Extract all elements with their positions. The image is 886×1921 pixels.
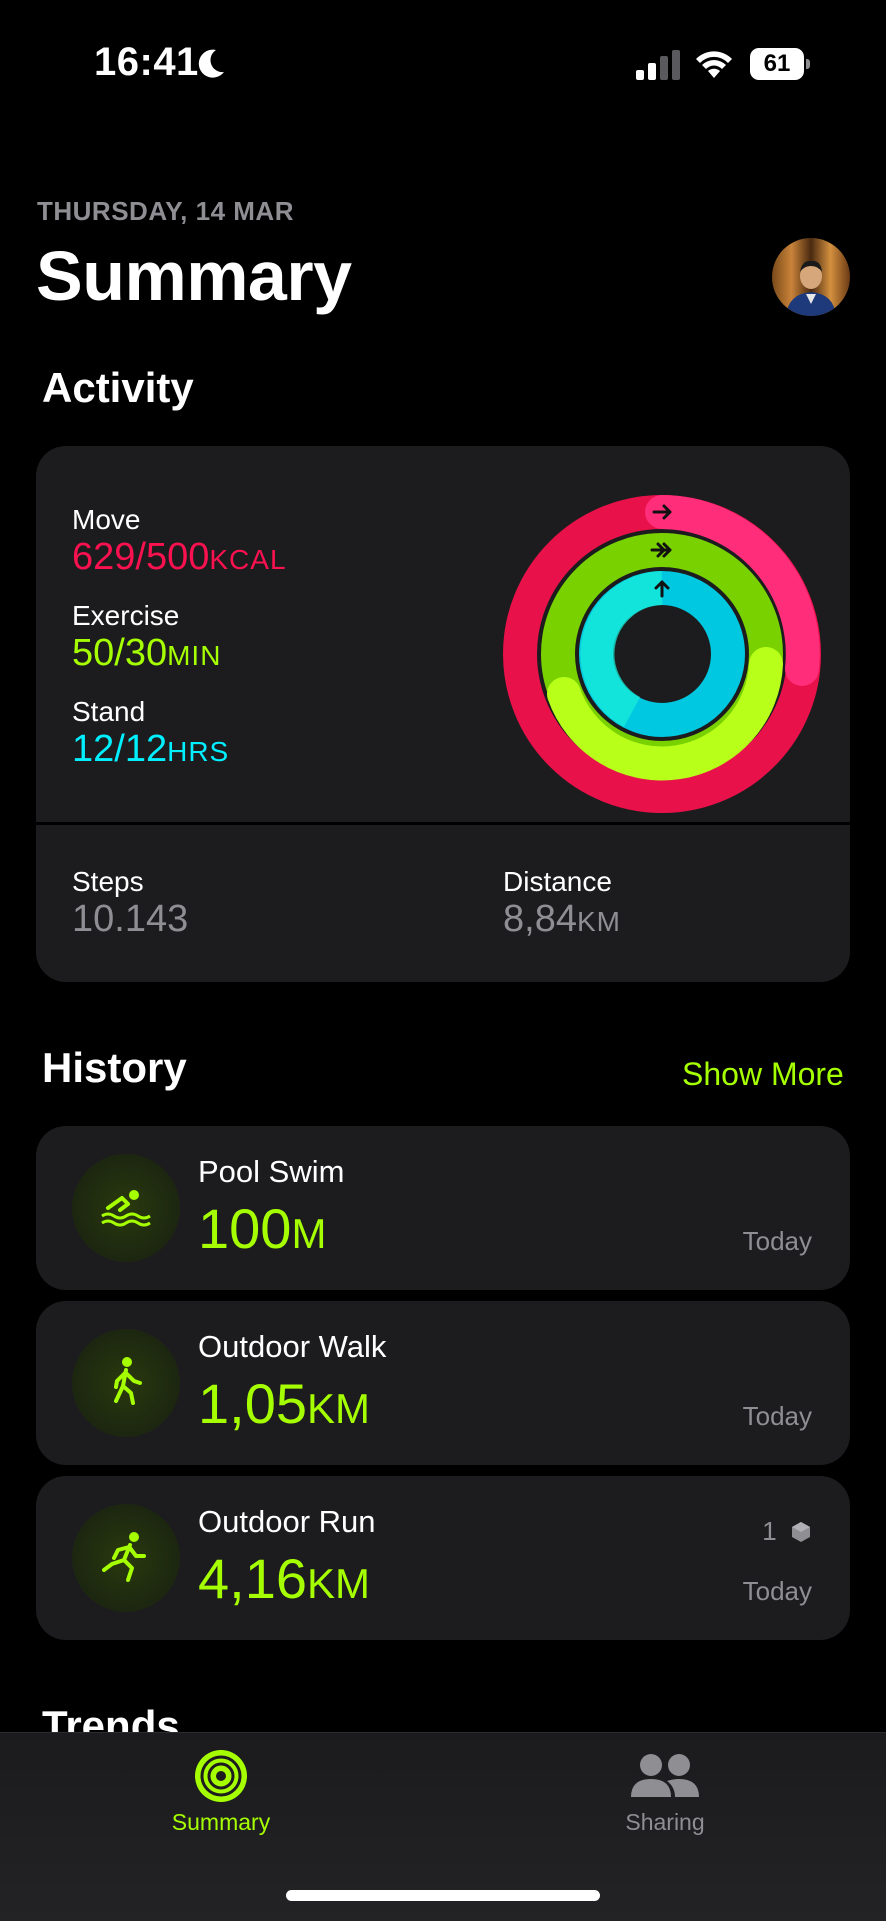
tab-summary-label: Summary bbox=[171, 1809, 271, 1835]
stand-value: 12/12HRS bbox=[72, 728, 230, 770]
tab-summary[interactable]: Summary bbox=[121, 1747, 321, 1836]
workout-value: 1,05KM bbox=[198, 1372, 370, 1435]
tab-sharing[interactable]: Sharing bbox=[565, 1747, 765, 1836]
moon-icon bbox=[198, 49, 224, 78]
award-badge: 1 bbox=[762, 1516, 812, 1547]
steps-label: Steps bbox=[72, 866, 144, 897]
people-icon bbox=[631, 1754, 699, 1797]
workout-card-outdoor-run[interactable]: Outdoor Run 4,16KM 1 Today bbox=[36, 1476, 850, 1640]
workout-name: Outdoor Run bbox=[198, 1504, 376, 1539]
show-more-link[interactable]: Show More bbox=[682, 1056, 844, 1093]
workout-value: 4,16KM bbox=[198, 1547, 370, 1610]
award-hexagon-icon bbox=[792, 1522, 810, 1542]
page-title: Summary bbox=[36, 237, 352, 315]
steps-value: 10.143 bbox=[72, 898, 189, 940]
workout-card-outdoor-walk[interactable]: Outdoor Walk 1,05KM Today bbox=[36, 1301, 850, 1465]
activity-rings-icon bbox=[195, 1750, 247, 1802]
activity-rings bbox=[503, 495, 821, 813]
swim-icon bbox=[72, 1154, 180, 1262]
workout-date: Today bbox=[742, 1226, 812, 1256]
workout-name: Outdoor Walk bbox=[198, 1329, 387, 1364]
distance-label: Distance bbox=[503, 866, 612, 897]
workout-name: Pool Swim bbox=[198, 1154, 345, 1189]
cellular-signal-icon bbox=[636, 50, 680, 80]
status-time: 16:41 bbox=[94, 40, 199, 84]
workout-value: 100M bbox=[198, 1197, 327, 1260]
workout-card-pool-swim[interactable]: Pool Swim 100M Today bbox=[36, 1126, 850, 1290]
exercise-label: Exercise bbox=[72, 600, 180, 631]
run-icon bbox=[72, 1504, 180, 1612]
distance-value: 8,84KM bbox=[503, 898, 621, 940]
battery-level: 61 bbox=[750, 48, 804, 80]
battery-icon: 61 bbox=[750, 48, 810, 80]
card-divider bbox=[36, 822, 850, 825]
workout-date: Today bbox=[742, 1401, 812, 1431]
move-label: Move bbox=[72, 504, 141, 535]
tab-sharing-label: Sharing bbox=[625, 1809, 705, 1835]
move-value: 629/500KCAL bbox=[72, 536, 287, 578]
profile-avatar[interactable] bbox=[772, 238, 850, 316]
exercise-value: 50/30MIN bbox=[72, 632, 222, 674]
home-indicator[interactable] bbox=[286, 1890, 600, 1901]
history-section-title: History bbox=[42, 1044, 187, 1091]
activity-card[interactable]: Move 629/500KCAL Exercise 50/30MIN Stand… bbox=[36, 446, 850, 982]
stand-label: Stand bbox=[72, 696, 146, 727]
award-count: 1 bbox=[762, 1516, 777, 1546]
date-label: THURSDAY, 14 MAR bbox=[37, 196, 294, 226]
walk-icon bbox=[72, 1329, 180, 1437]
workout-date: Today bbox=[742, 1576, 812, 1606]
wifi-icon bbox=[696, 51, 732, 78]
activity-section-title: Activity bbox=[42, 364, 194, 411]
